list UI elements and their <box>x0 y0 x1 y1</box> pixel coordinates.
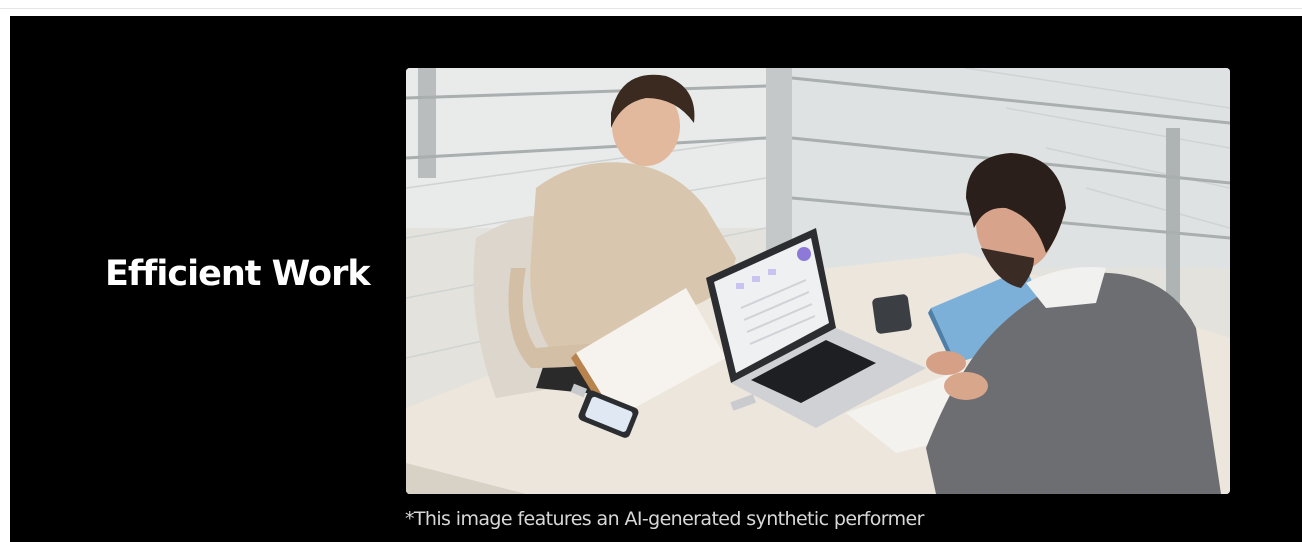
left-border <box>0 9 10 542</box>
top-border <box>0 0 1302 9</box>
feature-panel: Efficient Work *This image features an A… <box>10 16 1302 542</box>
meeting-photo <box>406 68 1230 494</box>
ai-disclaimer-caption: *This image features an AI-generated syn… <box>405 508 924 530</box>
section-headline: Efficient Work <box>105 254 371 294</box>
